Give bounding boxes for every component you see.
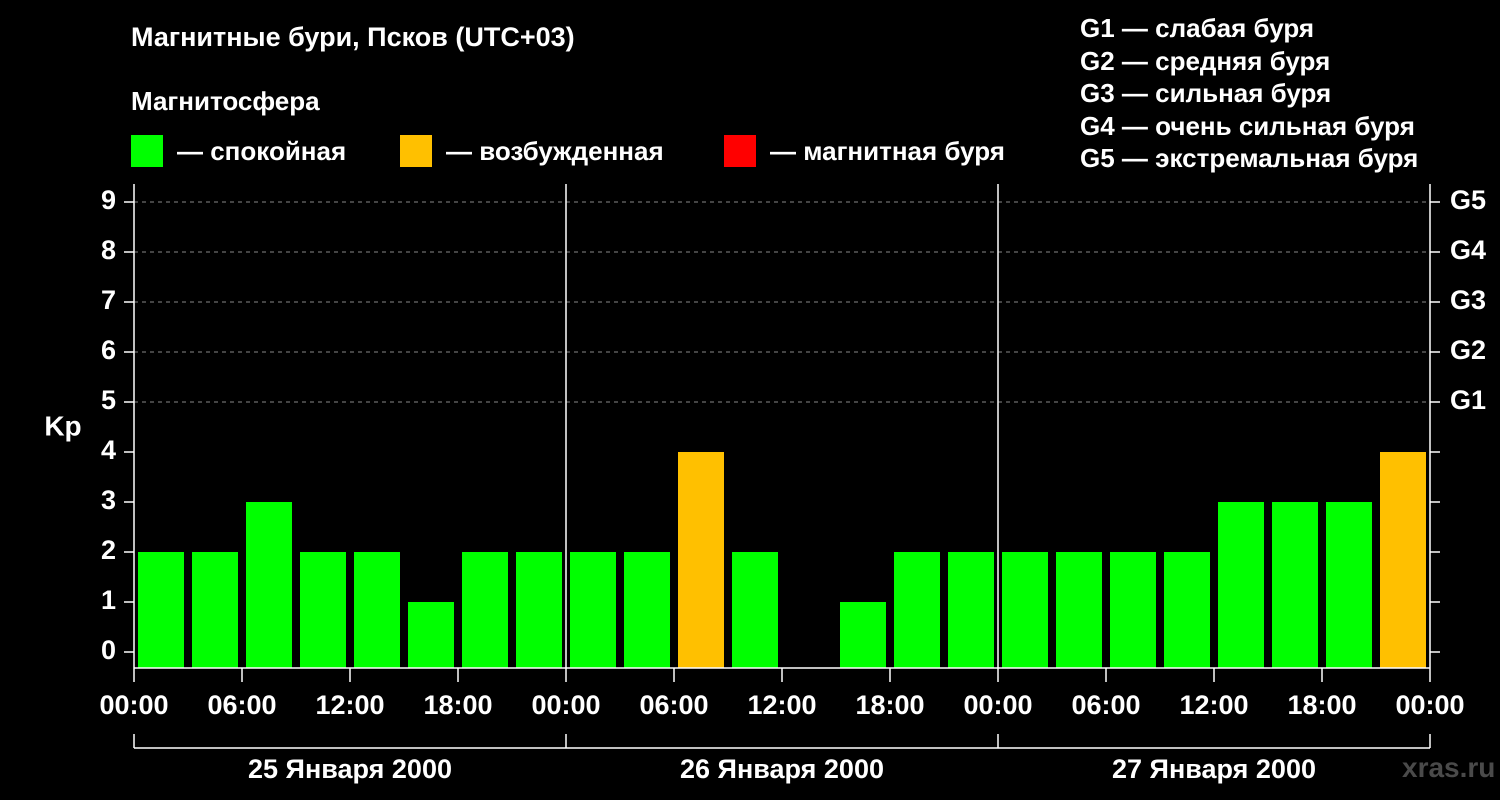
kp-bar [516,552,562,668]
storm-level-tick-label: G5 [1450,185,1486,215]
y-tick-label: 7 [101,285,116,315]
kp-bar [192,552,238,668]
kp-bar [1056,552,1102,668]
kp-bar [1380,452,1426,668]
kp-bar [246,502,292,668]
y-tick-label: 3 [101,485,116,515]
x-tick-label: 00:00 [531,690,600,720]
kp-bar [408,602,454,668]
y-tick-label: 2 [101,535,116,565]
x-tick-label: 00:00 [963,690,1032,720]
x-tick-label: 06:00 [1071,690,1140,720]
day-label: 25 Января 2000 [248,754,452,784]
kp-bar [732,552,778,668]
y-tick-label: 8 [101,235,116,265]
x-tick-label: 18:00 [855,690,924,720]
kp-bar [624,552,670,668]
kp-bar [1218,502,1264,668]
kp-bar [354,552,400,668]
kp-bar [1110,552,1156,668]
kp-bar [948,552,994,668]
x-tick-label: 00:00 [1395,690,1464,720]
storm-level-tick-label: G1 [1450,385,1486,415]
y-axis-label: Kp [44,410,81,441]
kp-bar [840,602,886,668]
x-tick-label: 18:00 [423,690,492,720]
x-tick-label: 18:00 [1287,690,1356,720]
kp-bar [1002,552,1048,668]
y-tick-label: 6 [101,335,116,365]
kp-bar [462,552,508,668]
day-label: 27 Января 2000 [1112,754,1316,784]
kp-bar [894,552,940,668]
y-tick-label: 5 [101,385,116,415]
kp-bar [300,552,346,668]
kp-bar [570,552,616,668]
kp-bar [1326,502,1372,668]
kp-bar [678,452,724,668]
x-tick-label: 00:00 [99,690,168,720]
x-tick-label: 12:00 [747,690,816,720]
storm-level-tick-label: G4 [1450,235,1486,265]
kp-bar [1164,552,1210,668]
day-label: 26 Января 2000 [680,754,884,784]
storm-level-tick-label: G2 [1450,335,1486,365]
y-tick-label: 4 [101,435,116,465]
y-tick-label: 1 [101,585,116,615]
kp-bar-chart: 0 1 2 3 4 5 6 7 8 9 G1 G2 G3 G4 G5 Kp 00:00 06:00 12:00 18:… [44,184,1486,784]
kp-bar [138,552,184,668]
x-tick-label: 06:00 [207,690,276,720]
kp-bar [1272,502,1318,668]
x-tick-label: 12:00 [1179,690,1248,720]
y-tick-label: 9 [101,185,116,215]
x-tick-label: 06:00 [639,690,708,720]
watermark: xras.ru [1402,752,1496,783]
y-tick-label: 0 [101,635,116,665]
x-tick-label: 12:00 [315,690,384,720]
storm-level-tick-label: G3 [1450,285,1486,315]
